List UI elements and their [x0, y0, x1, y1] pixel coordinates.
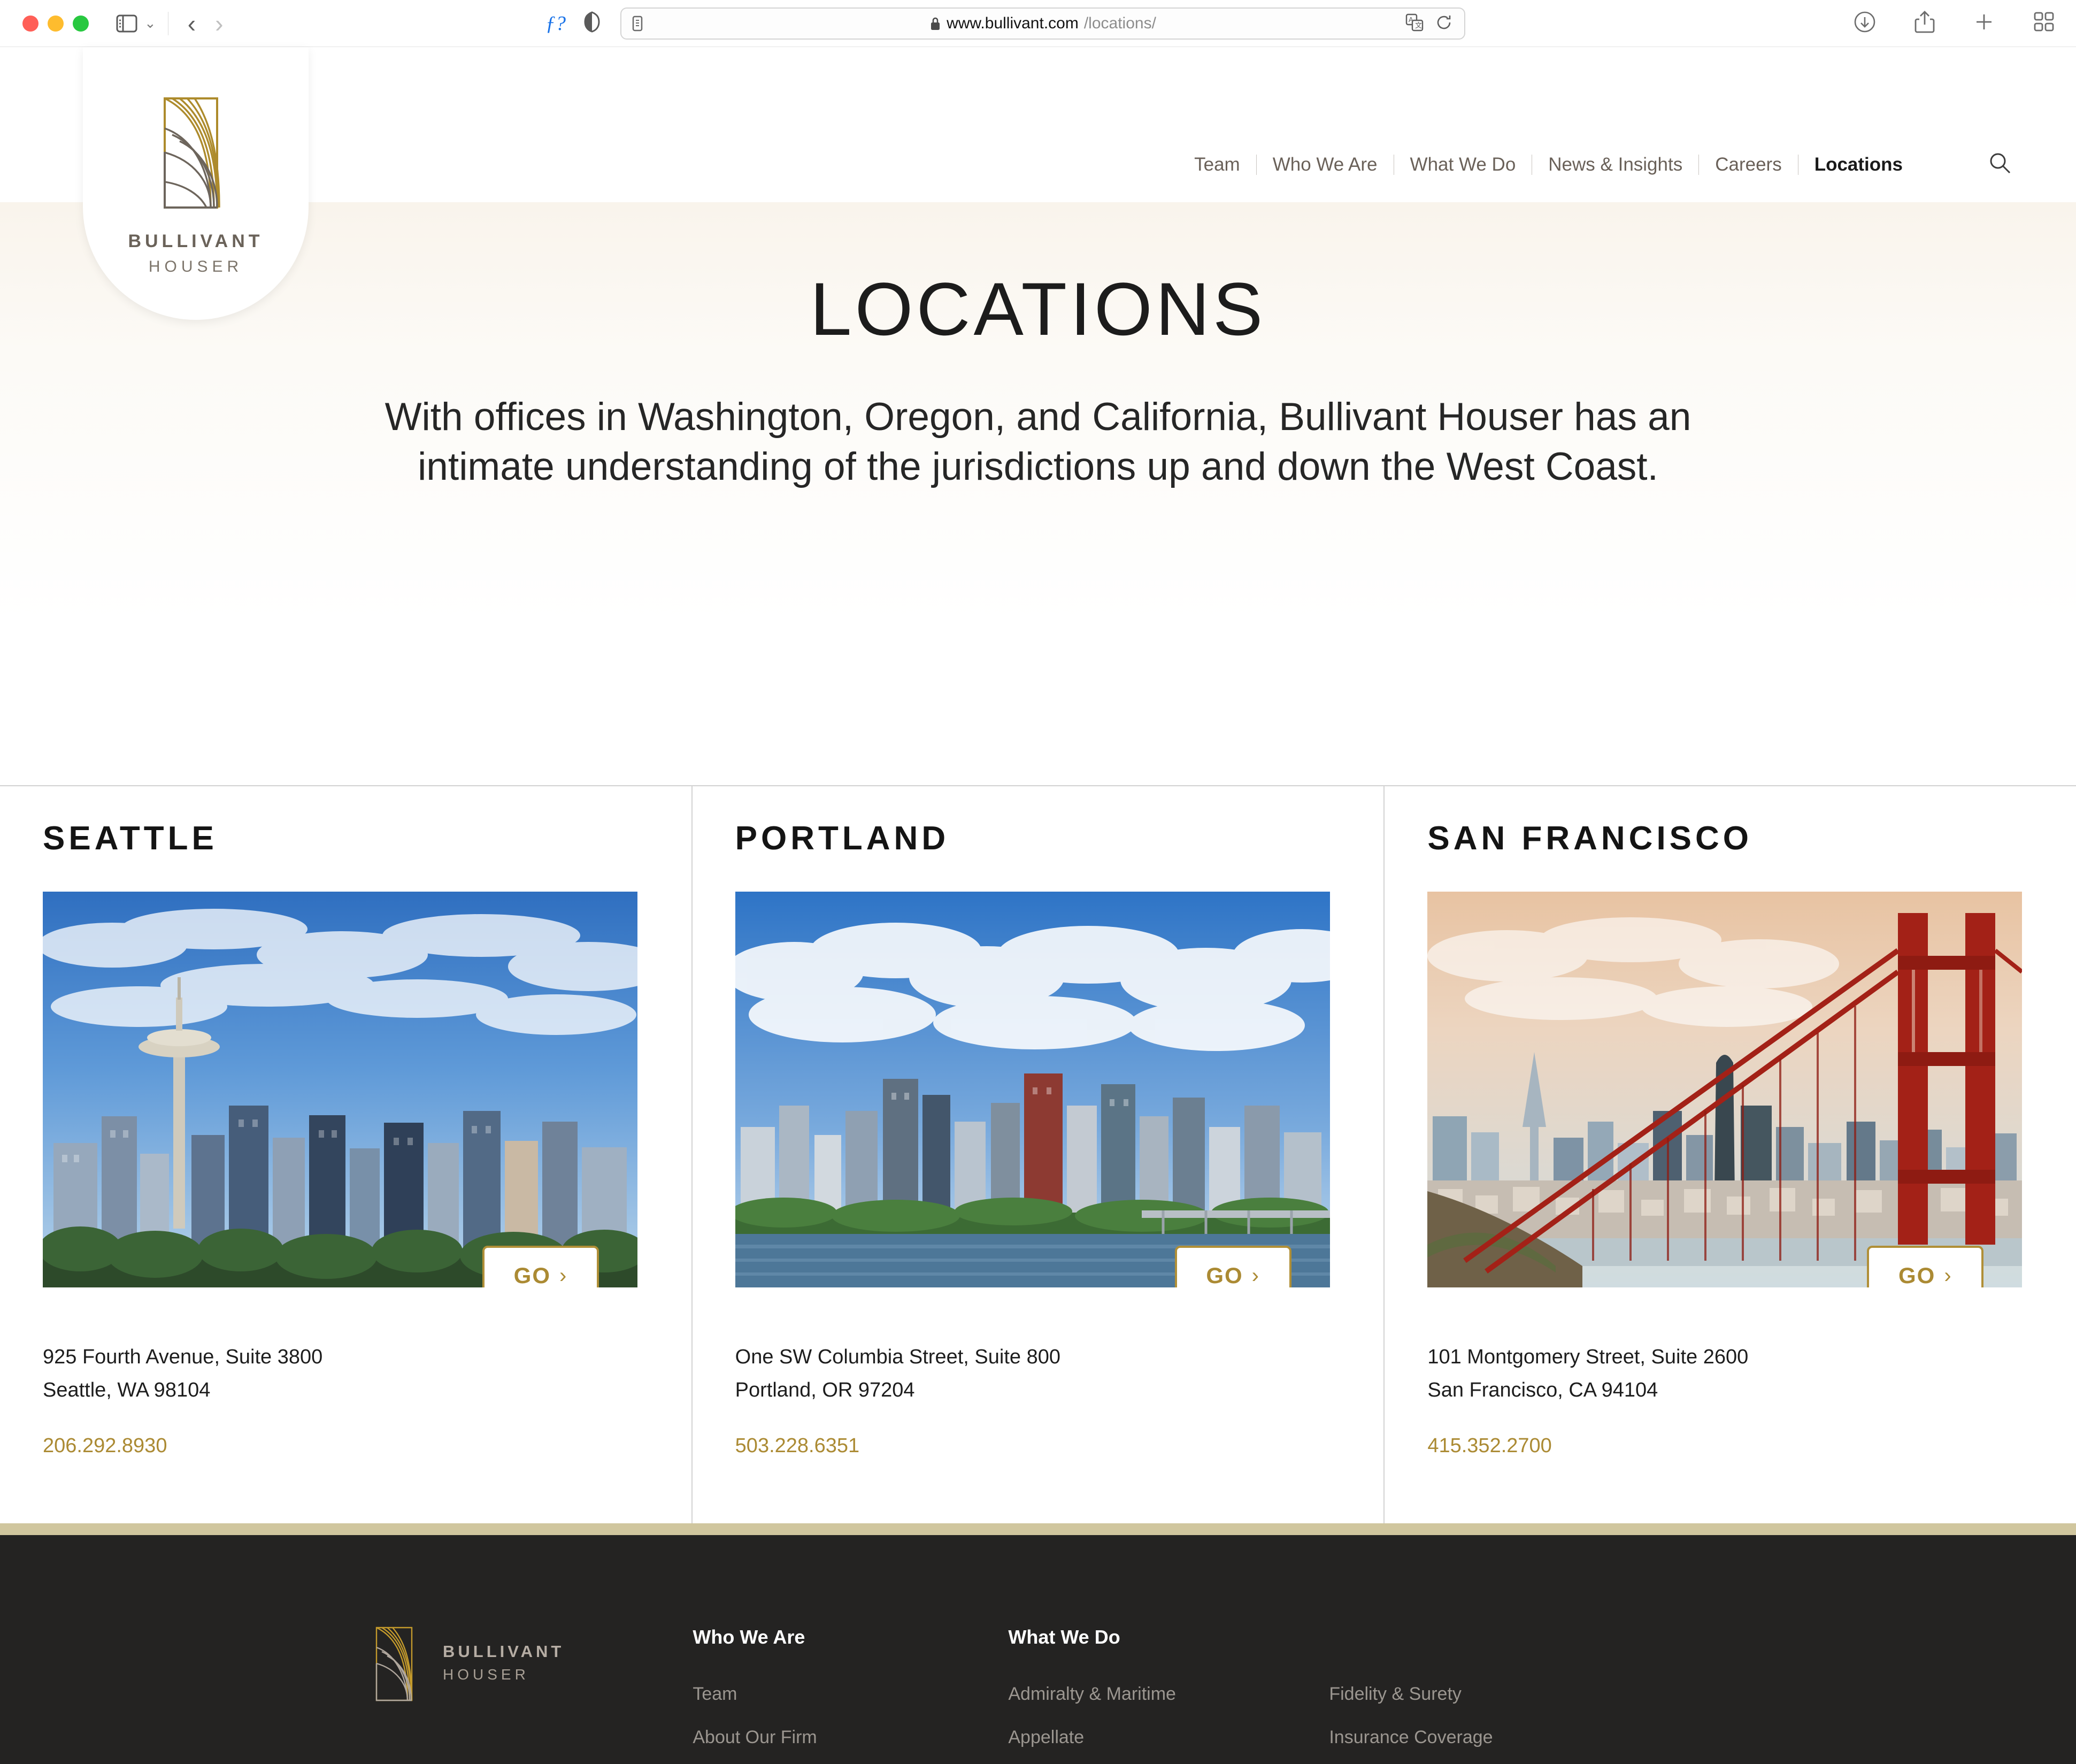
footer-link-insurance-coverage[interactable]: Insurance Coverage [1329, 1727, 1660, 1748]
back-arrow-icon[interactable]: ‹ [188, 11, 196, 36]
location-phone[interactable]: 415.352.2700 [1427, 1435, 2033, 1458]
nav-item-who-we-are[interactable]: Who We Are [1257, 154, 1394, 175]
url-path: /locations/ [1083, 14, 1156, 32]
logo-secondary-text: HOUSER [148, 258, 243, 275]
window-traffic-lights[interactable] [22, 15, 89, 32]
nav-item-news-insights[interactable]: News & Insights [1532, 154, 1698, 175]
locations-grid: SEATTLE GO › 925 Fourth Avenue, Suite 38… [0, 785, 2076, 1523]
nav-item-what-we-do[interactable]: What We Do [1394, 154, 1532, 175]
nav-item-team[interactable]: Team [1178, 154, 1256, 175]
address-line-1: 925 Fourth Avenue, Suite 3800 [43, 1346, 323, 1368]
site-footer: BULLIVANT HOUSER Who We Are Team About O… [0, 1535, 2076, 1764]
close-window-button[interactable] [22, 15, 39, 32]
location-address: 101 Montgomery Street, Suite 2600 San Fr… [1427, 1341, 2033, 1407]
footer-column-who-we-are: Who We Are Team About Our Firm Community… [693, 1626, 1008, 1764]
go-button-san-francisco[interactable]: GO › [1867, 1246, 1984, 1287]
footer-link-appellate[interactable]: Appellate [1008, 1727, 1329, 1748]
location-name: SAN FRANCISCO [1427, 820, 1753, 857]
location-card-seattle: SEATTLE GO › 925 Fourth Avenue, Suite 38… [0, 786, 691, 1523]
forward-arrow-icon[interactable]: › [215, 11, 223, 36]
footer-column-what-we-do: What We Do Admiralty & Maritime Appellat… [1008, 1626, 1329, 1764]
nav-item-locations[interactable]: Locations [1798, 154, 1919, 175]
bullivant-logo-mark [164, 97, 220, 209]
location-photo-san-francisco[interactable]: GO › [1427, 892, 2023, 1287]
address-bar[interactable]: www.bullivant.com/locations/ A文 [620, 7, 1465, 40]
footer-link-admiralty-maritime[interactable]: Admiralty & Maritime [1008, 1684, 1329, 1705]
location-photo-portland[interactable]: GO › [735, 892, 1330, 1287]
go-button-portland[interactable]: GO › [1174, 1246, 1291, 1287]
go-label: GO [513, 1263, 551, 1287]
go-label: GO [1206, 1263, 1243, 1287]
location-card-portland: PORTLAND GO › One SW Columbia Street, Su… [691, 786, 1384, 1523]
address-line-2: Seattle, WA 98104 [43, 1378, 211, 1401]
location-address: One SW Columbia Street, Suite 800 Portla… [735, 1341, 1341, 1407]
chevron-right-icon: › [1944, 1263, 1952, 1287]
footer-heading-who-we-are: Who We Are [693, 1626, 805, 1648]
new-tab-icon[interactable] [1973, 11, 1995, 35]
footer-logo-primary: BULLIVANT [443, 1642, 565, 1661]
search-icon[interactable] [1988, 151, 2012, 178]
bullivant-logo-mark [375, 1627, 413, 1701]
location-name: PORTLAND [735, 820, 950, 857]
url-host: www.bullivant.com [947, 14, 1079, 32]
location-phone[interactable]: 503.228.6351 [735, 1435, 1341, 1458]
share-icon[interactable] [1914, 10, 1935, 36]
site-logo[interactable]: BULLIVANT HOUSER [83, 47, 309, 320]
go-label: GO [1898, 1263, 1936, 1287]
location-name: SEATTLE [43, 820, 218, 857]
footer-heading-what-we-do: What We Do [1008, 1626, 1120, 1648]
address-line-1: 101 Montgomery Street, Suite 2600 [1427, 1346, 1749, 1368]
maximize-window-button[interactable] [73, 15, 89, 32]
chevron-right-icon: › [559, 1263, 568, 1287]
privacy-report-icon[interactable] [583, 11, 601, 35]
lock-icon [931, 17, 940, 30]
site-header: BULLIVANT HOUSER Team Who We Are What We… [0, 47, 2076, 320]
url-display[interactable]: www.bullivant.com/locations/ [621, 14, 1464, 33]
footer-column-what-we-do-2: . Fidelity & Surety Insurance Coverage I… [1329, 1626, 1660, 1764]
footer-link-team[interactable]: Team [693, 1684, 1008, 1705]
tab-overview-icon[interactable] [2033, 11, 2055, 35]
page-title: LOCATIONS [810, 267, 1266, 351]
gold-divider-bar [0, 1523, 2076, 1535]
address-line-2: Portland, OR 97204 [735, 1378, 915, 1401]
address-line-2: San Francisco, CA 94104 [1427, 1378, 1658, 1401]
location-address: 925 Fourth Avenue, Suite 3800 Seattle, W… [43, 1341, 649, 1407]
browser-toolbar: ⌄ ‹ › ƒ? www.bullivant.com/locations/ A文 [0, 0, 2076, 47]
main-navigation: Team Who We Are What We Do News & Insigh… [1178, 151, 2012, 178]
reader-mode-icon[interactable]: ƒ? [545, 12, 566, 35]
reload-icon[interactable] [1435, 14, 1452, 34]
nav-item-careers[interactable]: Careers [1699, 154, 1797, 175]
chevron-down-icon[interactable]: ⌄ [144, 15, 156, 32]
location-phone[interactable]: 206.292.8930 [43, 1435, 649, 1458]
downloads-icon[interactable] [1854, 11, 1876, 36]
footer-link-about-our-firm[interactable]: About Our Firm [693, 1727, 1008, 1748]
address-line-1: One SW Columbia Street, Suite 800 [735, 1346, 1060, 1368]
svg-text:文: 文 [1415, 21, 1422, 29]
hero-subtitle: With offices in Washington, Oregon, and … [385, 395, 1691, 489]
location-photo-seattle[interactable]: GO › [43, 892, 637, 1287]
minimize-window-button[interactable] [48, 15, 64, 32]
sidebar-icon[interactable] [114, 11, 139, 36]
footer-link-fidelity-surety[interactable]: Fidelity & Surety [1329, 1684, 1660, 1705]
footer-logo-secondary: HOUSER [443, 1666, 529, 1683]
footer-logo[interactable]: BULLIVANT HOUSER [374, 1626, 564, 1764]
go-button-seattle[interactable]: GO › [482, 1246, 599, 1287]
location-card-san-francisco: SAN FRANCISCO GO › 101 Montgomery Street… [1383, 786, 2076, 1523]
logo-primary-text: BULLIVANT [128, 231, 264, 251]
translate-icon[interactable]: A文 [1405, 13, 1424, 34]
hero-section: LOCATIONS With offices in Washington, Or… [0, 202, 2076, 785]
chevron-right-icon: › [1251, 1263, 1260, 1287]
